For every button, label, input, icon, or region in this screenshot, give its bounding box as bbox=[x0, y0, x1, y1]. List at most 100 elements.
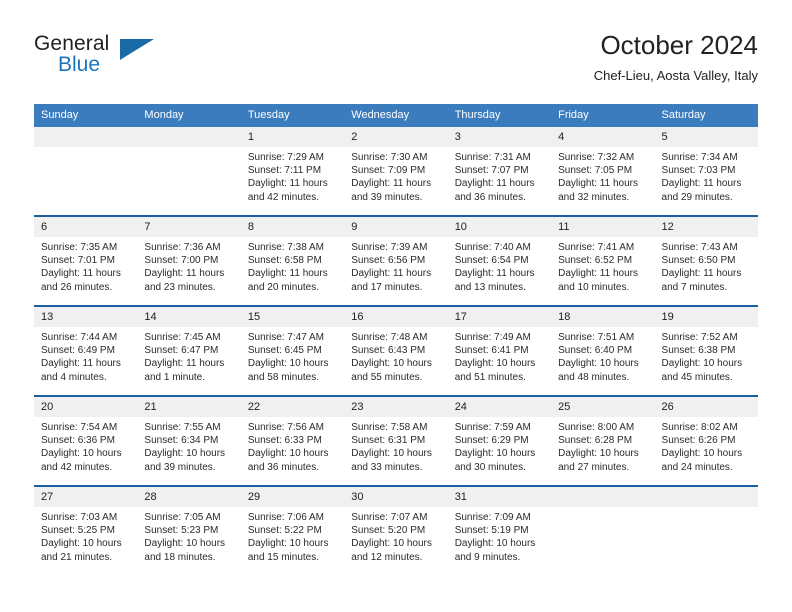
location-subtitle: Chef-Lieu, Aosta Valley, Italy bbox=[593, 68, 758, 83]
day-info: Sunrise: 7:45 AM Sunset: 6:47 PM Daylight:… bbox=[137, 327, 240, 384]
day-info: Sunrise: 7:29 AM Sunset: 7:11 PM Daylight:… bbox=[241, 147, 344, 204]
sunset-text: Sunset: 6:31 PM bbox=[351, 435, 426, 447]
calendar-day-cell[interactable]: 19 Sunrise: 7:52 AM Sunset: 6:38 PM Dayligh… bbox=[654, 305, 758, 396]
weekday-header-thursday: Thursday bbox=[447, 104, 552, 127]
calendar-day-cell[interactable]: 28 Sunrise: 7:05 AM Sunset: 5:23 PM Dayligh… bbox=[137, 485, 241, 575]
sunrise-text: Sunrise: 7:31 AM bbox=[454, 152, 531, 163]
calendar-day-cell[interactable]: 24 Sunrise: 7:59 AM Sunset: 6:29 PM Dayligh… bbox=[447, 395, 552, 486]
sunset-text: Sunset: 6:38 PM bbox=[661, 345, 736, 357]
weekday-header-wednesday: Wednesday bbox=[344, 104, 448, 127]
calendar-day-cell[interactable]: 13 Sunrise: 7:44 AM Sunset: 6:49 PM Dayligh… bbox=[34, 305, 138, 396]
daylight-text-line1: Daylight: 11 hours bbox=[454, 268, 535, 280]
sunrise-text: Sunrise: 7:49 AM bbox=[454, 332, 531, 343]
day-number bbox=[34, 127, 138, 147]
calendar-day-cell[interactable]: 2 Sunrise: 7:30 AM Sunset: 7:09 PM Daylight… bbox=[344, 127, 448, 216]
calendar-day-cell[interactable]: 4 Sunrise: 7:32 AM Sunset: 7:05 PM Daylight… bbox=[551, 127, 655, 216]
calendar-day-cell-empty bbox=[34, 127, 138, 216]
calendar-day-cell[interactable]: 26 Sunrise: 8:02 AM Sunset: 6:26 PM Dayligh… bbox=[654, 395, 758, 486]
calendar-day-cell[interactable]: 9 Sunrise: 7:39 AM Sunset: 6:56 PM Daylight… bbox=[344, 215, 448, 306]
daylight-text-line1: Daylight: 11 hours bbox=[247, 178, 328, 190]
calendar-day-cell[interactable]: 22 Sunrise: 7:56 AM Sunset: 6:33 PM Dayligh… bbox=[240, 395, 345, 486]
day-info: Sunrise: 7:39 AM Sunset: 6:56 PM Daylight:… bbox=[344, 237, 447, 294]
calendar-day-cell[interactable]: 18 Sunrise: 7:51 AM Sunset: 6:40 PM Dayligh… bbox=[551, 305, 655, 396]
daylight-text-line2: and 33 minutes. bbox=[351, 461, 423, 473]
sunrise-text: Sunrise: 7:43 AM bbox=[661, 242, 738, 253]
calendar-day-cell[interactable]: 1 Sunrise: 7:29 AM Sunset: 7:11 PM Daylight… bbox=[240, 127, 345, 216]
sunrise-text: Sunrise: 7:52 AM bbox=[661, 332, 738, 343]
calendar-day-cell[interactable]: 12 Sunrise: 7:43 AM Sunset: 6:50 PM Dayligh… bbox=[654, 215, 758, 306]
calendar-day-cell[interactable]: 25 Sunrise: 8:00 AM Sunset: 6:28 PM Dayligh… bbox=[551, 395, 655, 486]
daylight-text-line2: and 39 minutes. bbox=[351, 191, 423, 203]
day-number: 11 bbox=[551, 217, 655, 237]
sunrise-text: Sunrise: 8:00 AM bbox=[558, 422, 635, 433]
calendar-day-cell[interactable]: 27 Sunrise: 7:03 AM Sunset: 5:25 PM Dayligh… bbox=[34, 485, 138, 575]
sunset-text: Sunset: 7:01 PM bbox=[41, 255, 115, 267]
day-number bbox=[654, 487, 758, 507]
day-number: 10 bbox=[447, 217, 552, 237]
day-info: Sunrise: 8:00 AM Sunset: 6:28 PM Daylight:… bbox=[551, 417, 654, 474]
calendar-day-cell-empty bbox=[551, 485, 655, 575]
day-info: Sunrise: 7:49 AM Sunset: 6:41 PM Daylight:… bbox=[448, 327, 551, 384]
sunset-text: Sunset: 6:54 PM bbox=[454, 255, 529, 267]
daylight-text-line1: Daylight: 10 hours bbox=[558, 448, 639, 460]
logo-text-blue: Blue bbox=[58, 53, 101, 76]
calendar-week-row: 6 Sunrise: 7:35 AM Sunset: 7:01 PM Daylight… bbox=[34, 215, 758, 306]
daylight-text-line2: and 4 minutes. bbox=[41, 371, 107, 383]
sunrise-text: Sunrise: 7:30 AM bbox=[351, 152, 428, 163]
sunset-text: Sunset: 6:36 PM bbox=[41, 435, 115, 447]
calendar-day-cell[interactable]: 10 Sunrise: 7:40 AM Sunset: 6:54 PM Dayligh… bbox=[447, 215, 552, 306]
weekday-header-row: Sunday Monday Tuesday Wednesday Thursday… bbox=[34, 104, 758, 127]
day-number: 27 bbox=[34, 487, 138, 507]
day-info: Sunrise: 7:32 AM Sunset: 7:05 PM Daylight:… bbox=[551, 147, 654, 204]
calendar-day-cell[interactable]: 30 Sunrise: 7:07 AM Sunset: 5:20 PM Dayligh… bbox=[344, 485, 448, 575]
day-info: Sunrise: 7:40 AM Sunset: 6:54 PM Daylight:… bbox=[448, 237, 551, 294]
calendar-day-cell[interactable]: 14 Sunrise: 7:45 AM Sunset: 6:47 PM Dayligh… bbox=[137, 305, 241, 396]
sunset-text: Sunset: 6:56 PM bbox=[351, 255, 426, 267]
sunset-text: Sunset: 5:23 PM bbox=[144, 525, 219, 537]
daylight-text-line1: Daylight: 10 hours bbox=[247, 358, 329, 370]
day-info: Sunrise: 7:09 AM Sunset: 5:19 PM Daylight:… bbox=[448, 507, 551, 564]
calendar-day-cell[interactable]: 7 Sunrise: 7:36 AM Sunset: 7:00 PM Daylight… bbox=[137, 215, 241, 306]
calendar-day-cell[interactable]: 8 Sunrise: 7:38 AM Sunset: 6:58 PM Daylight… bbox=[240, 215, 345, 306]
sunset-text: Sunset: 7:09 PM bbox=[351, 165, 426, 177]
daylight-text-line1: Daylight: 10 hours bbox=[41, 448, 122, 460]
calendar-day-cell[interactable]: 31 Sunrise: 7:09 AM Sunset: 5:19 PM Dayligh… bbox=[447, 485, 552, 575]
calendar-day-cell[interactable]: 23 Sunrise: 7:58 AM Sunset: 6:31 PM Dayligh… bbox=[344, 395, 448, 486]
sunset-text: Sunset: 6:34 PM bbox=[144, 435, 219, 447]
day-info: Sunrise: 7:41 AM Sunset: 6:52 PM Daylight:… bbox=[551, 237, 654, 294]
daylight-text-line2: and 36 minutes. bbox=[247, 461, 320, 473]
daylight-text-line2: and 21 minutes. bbox=[41, 551, 113, 563]
sunset-text: Sunset: 5:25 PM bbox=[41, 525, 115, 537]
calendar-day-cell[interactable]: 5 Sunrise: 7:34 AM Sunset: 7:03 PM Daylight… bbox=[654, 127, 758, 216]
daylight-text-line1: Daylight: 11 hours bbox=[144, 358, 225, 370]
calendar-day-cell[interactable]: 20 Sunrise: 7:54 AM Sunset: 6:36 PM Dayligh… bbox=[34, 395, 138, 486]
daylight-text-line2: and 58 minutes. bbox=[247, 371, 320, 383]
daylight-text-line2: and 9 minutes. bbox=[454, 551, 521, 563]
daylight-text-line1: Daylight: 10 hours bbox=[661, 358, 743, 370]
day-number: 12 bbox=[654, 217, 758, 237]
calendar-day-cell[interactable]: 15 Sunrise: 7:47 AM Sunset: 6:45 PM Dayligh… bbox=[240, 305, 345, 396]
calendar-day-cell[interactable]: 11 Sunrise: 7:41 AM Sunset: 6:52 PM Dayligh… bbox=[551, 215, 655, 306]
sunset-text: Sunset: 5:20 PM bbox=[351, 525, 426, 537]
calendar-day-cell[interactable]: 21 Sunrise: 7:55 AM Sunset: 6:34 PM Dayligh… bbox=[137, 395, 241, 486]
calendar-day-cell[interactable]: 3 Sunrise: 7:31 AM Sunset: 7:07 PM Daylight… bbox=[447, 127, 552, 216]
daylight-text-line2: and 30 minutes. bbox=[454, 461, 526, 473]
daylight-text-line1: Daylight: 10 hours bbox=[454, 358, 536, 370]
calendar-week-row: 27 Sunrise: 7:03 AM Sunset: 5:25 PM Dayligh… bbox=[34, 485, 758, 575]
calendar-day-cell[interactable]: 6 Sunrise: 7:35 AM Sunset: 7:01 PM Daylight… bbox=[34, 215, 138, 306]
calendar-body: 1 Sunrise: 7:29 AM Sunset: 7:11 PM Daylight… bbox=[34, 127, 758, 575]
calendar-day-cell[interactable]: 16 Sunrise: 7:48 AM Sunset: 6:43 PM Dayligh… bbox=[344, 305, 448, 396]
daylight-text-line1: Daylight: 10 hours bbox=[661, 448, 743, 460]
sunrise-text: Sunrise: 7:44 AM bbox=[41, 332, 118, 343]
calendar-day-cell[interactable]: 17 Sunrise: 7:49 AM Sunset: 6:41 PM Dayligh… bbox=[447, 305, 552, 396]
calendar-day-cell[interactable]: 29 Sunrise: 7:06 AM Sunset: 5:22 PM Dayligh… bbox=[240, 485, 345, 575]
daylight-text-line1: Daylight: 10 hours bbox=[454, 538, 536, 550]
day-number: 9 bbox=[344, 217, 448, 237]
sunrise-text: Sunrise: 7:56 AM bbox=[247, 422, 324, 433]
sunset-text: Sunset: 7:07 PM bbox=[454, 165, 529, 177]
sunrise-text: Sunrise: 7:06 AM bbox=[247, 512, 324, 523]
sunrise-text: Sunrise: 7:58 AM bbox=[351, 422, 428, 433]
daylight-text-line1: Daylight: 11 hours bbox=[351, 268, 432, 280]
day-number: 18 bbox=[551, 307, 655, 327]
sunrise-text: Sunrise: 7:05 AM bbox=[144, 512, 221, 523]
